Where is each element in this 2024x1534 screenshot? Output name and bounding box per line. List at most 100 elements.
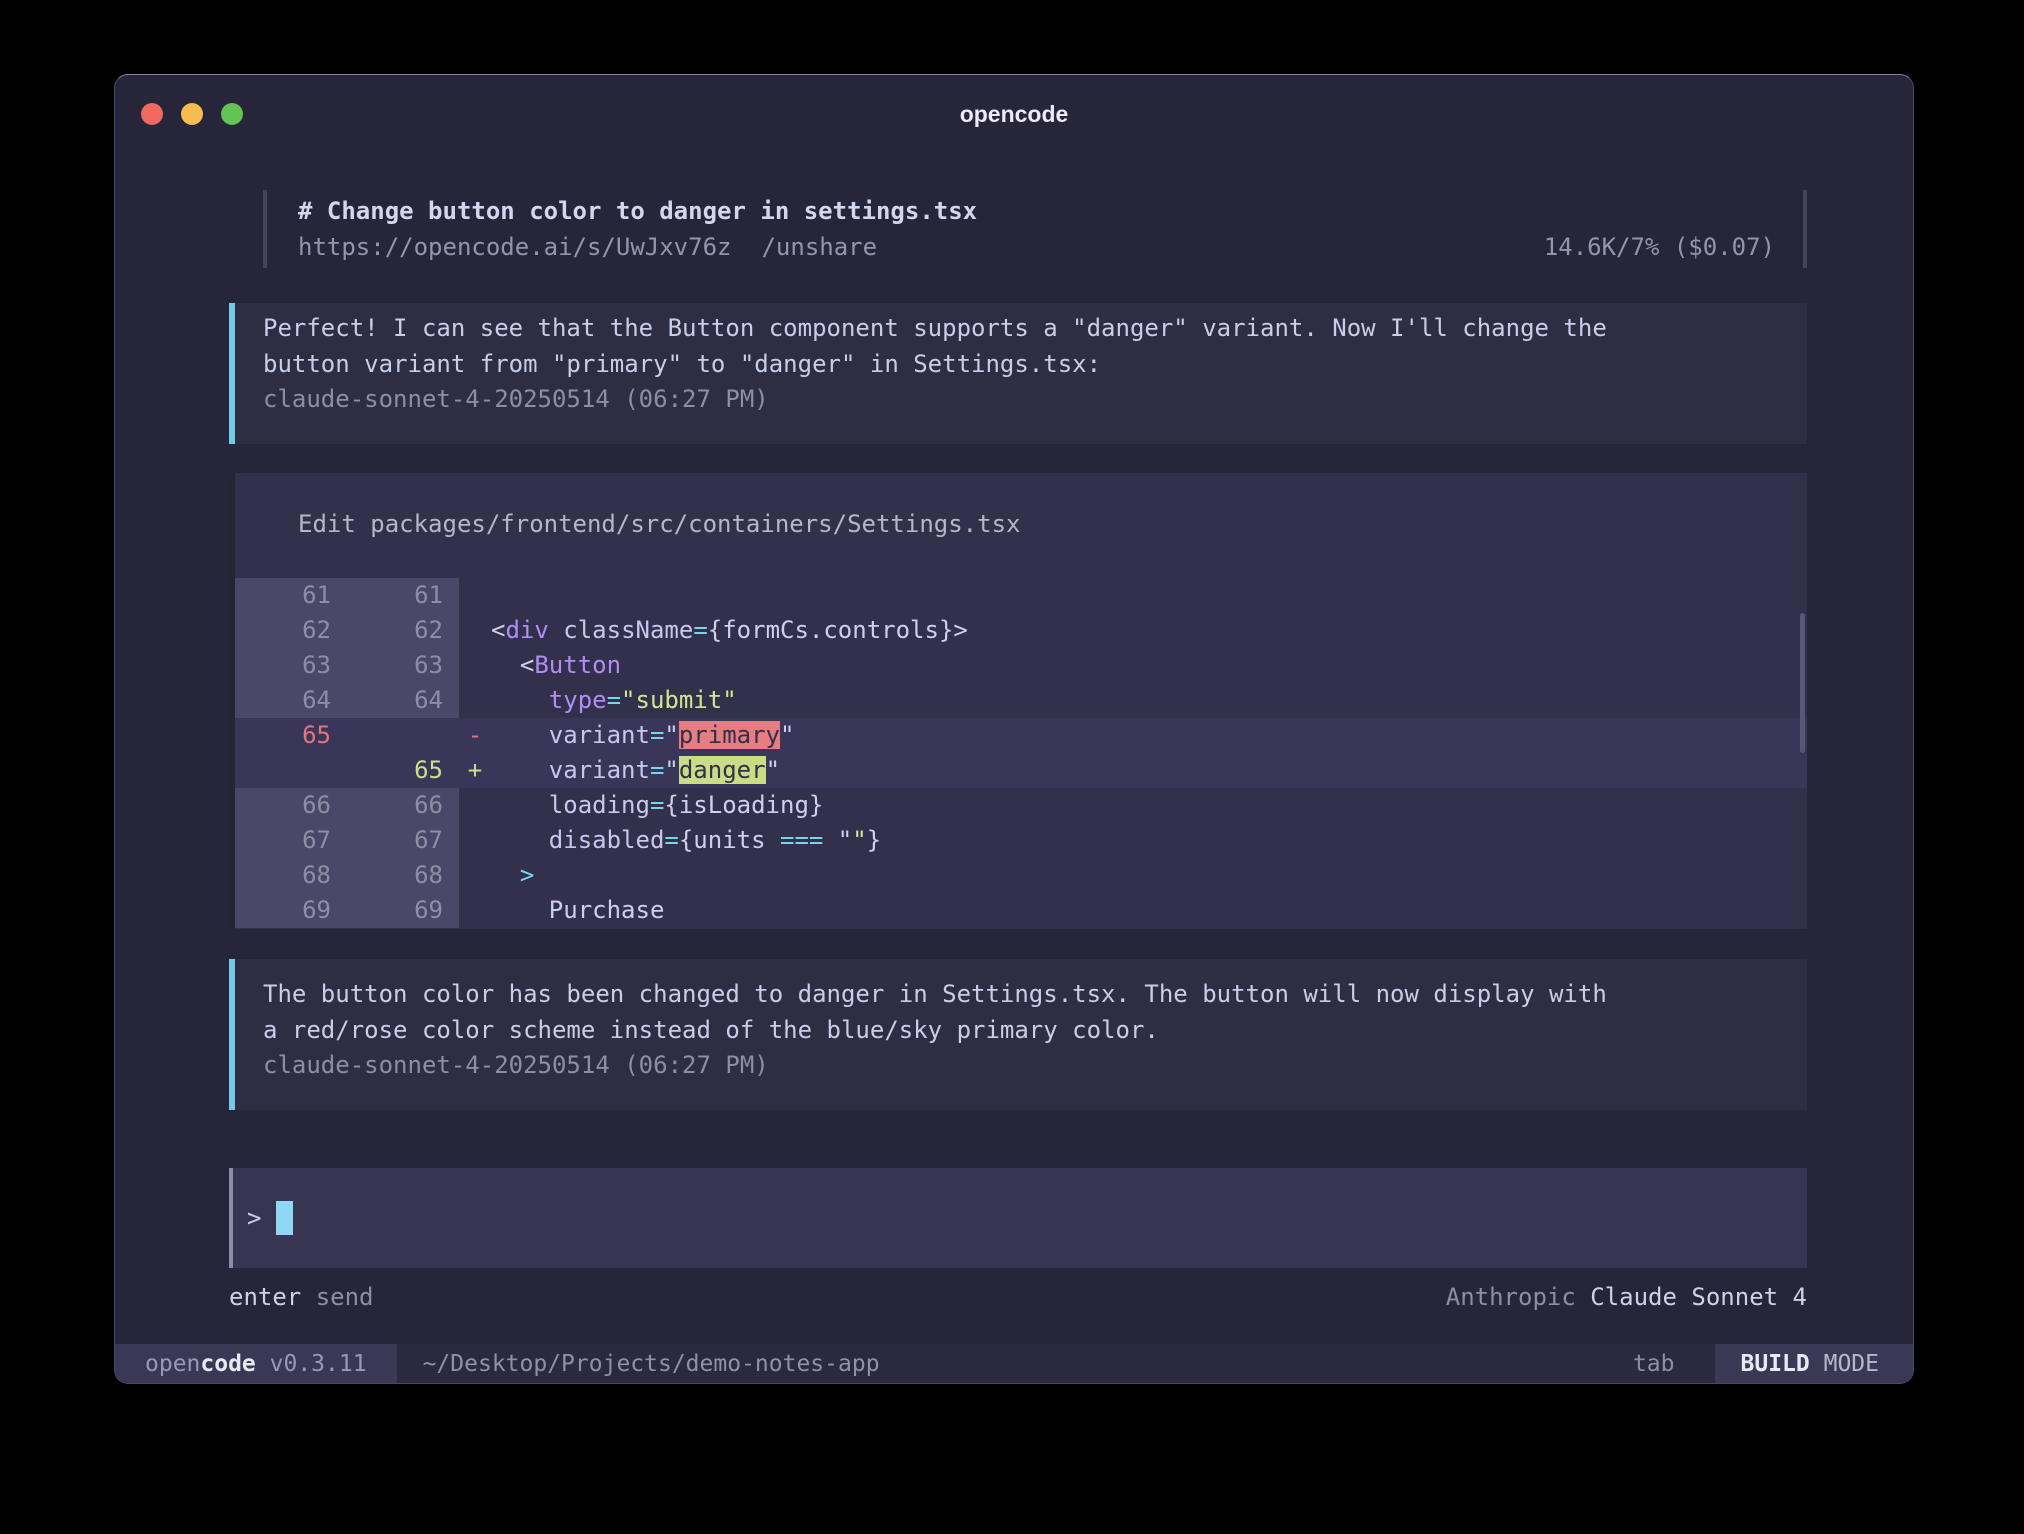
code-token: "submit": [621, 686, 737, 714]
code-token: variant: [549, 721, 650, 749]
diff-scrollbar[interactable]: [1800, 613, 1805, 753]
code-token: ": [766, 756, 780, 784]
status-bar: opencode v0.3.11 ~/Desktop/Projects/demo…: [115, 1344, 1913, 1383]
diff-marker: [459, 613, 491, 648]
diff-row: 6666 loading={isLoading}: [235, 788, 1807, 823]
token-usage: 14.6K/7% ($0.07): [1544, 229, 1775, 265]
share-url[interactable]: https://opencode.ai/s/UwJxv76z: [298, 229, 731, 265]
line-number-old: 62: [235, 613, 347, 648]
code-token: <: [491, 616, 505, 644]
diff-row: 6161: [235, 578, 1807, 613]
code-token: disabled: [549, 826, 665, 854]
code-token: >: [953, 616, 967, 644]
code-line: variant="danger": [491, 753, 1807, 788]
code-token: <: [491, 651, 534, 679]
diff-file-title: Edit packages/frontend/src/containers/Se…: [235, 473, 1807, 542]
app-name-bold: code: [200, 1351, 255, 1377]
code-line: [491, 578, 1807, 613]
opencode-window: opencode # Change button color to danger…: [114, 74, 1914, 1384]
session-header: # Change button color to danger in setti…: [263, 190, 1807, 268]
code-token: loading: [549, 791, 650, 819]
code-token: {units: [679, 826, 780, 854]
code-token: {isLoading}: [664, 791, 823, 819]
code-token: Button: [534, 651, 621, 679]
code-token: [491, 826, 549, 854]
diff-row: 6969 Purchase: [235, 893, 1807, 928]
diff-marker: [459, 823, 491, 858]
code-token: =: [693, 616, 707, 644]
code-line: <Button: [491, 648, 1807, 683]
code-token: =: [650, 756, 664, 784]
code-token: ": [664, 756, 678, 784]
code-token: >: [520, 861, 534, 889]
provider-label: Anthropic: [1446, 1283, 1576, 1311]
line-number-old: 69: [235, 893, 347, 928]
mode-toggle[interactable]: BUILD MODE: [1715, 1344, 1914, 1383]
code-line: disabled={units === ""}: [491, 823, 1807, 858]
diff-row: 65+ variant="danger": [235, 753, 1807, 788]
prompt-symbol: >: [247, 1204, 261, 1232]
message-meta: claude-sonnet-4-20250514 (06:27 PM): [263, 382, 1779, 418]
diff-marker: [459, 858, 491, 893]
line-number-old: 61: [235, 578, 347, 613]
line-number-gutter: 6969: [235, 893, 459, 928]
diff-row: 65 - variant="primary": [235, 718, 1807, 753]
line-number-gutter: 6464: [235, 683, 459, 718]
screen: opencode # Change button color to danger…: [0, 0, 2024, 1534]
code-token: [491, 861, 520, 889]
diff-marker: [459, 893, 491, 928]
code-token: =: [607, 686, 621, 714]
session-title: # Change button color to danger in setti…: [298, 193, 1775, 229]
diff-marker: [459, 578, 491, 613]
line-number-old: 63: [235, 648, 347, 683]
working-directory: ~/Desktop/Projects/demo-notes-app: [423, 1351, 880, 1377]
code-token: variant: [549, 756, 650, 784]
code-token: ": [823, 826, 852, 854]
code-line: >: [491, 858, 1807, 893]
line-number-new: 61: [347, 578, 459, 613]
code-token: {formCs.controls}: [708, 616, 954, 644]
code-token: ": [664, 721, 678, 749]
message-meta: claude-sonnet-4-20250514 (06:27 PM): [263, 1048, 1779, 1084]
model-indicator: Anthropic Claude Sonnet 4: [1446, 1280, 1807, 1315]
code-token: =: [664, 826, 678, 854]
code-token: ===: [780, 826, 823, 854]
code-token: danger: [679, 756, 766, 784]
line-number-new: 64: [347, 683, 459, 718]
message-line: button variant from "primary" to "danger…: [263, 347, 1779, 383]
tab-key-hint: tab: [1633, 1351, 1675, 1377]
line-number-gutter: 6666: [235, 788, 459, 823]
diff-row: 6262<div className={formCs.controls}>: [235, 613, 1807, 648]
diff-marker: [459, 648, 491, 683]
version-label: v0.3.11: [270, 1351, 367, 1377]
enter-action-label: send: [316, 1283, 374, 1311]
line-number-gutter: 65: [235, 718, 459, 753]
code-token: className: [563, 616, 693, 644]
code-token: ": [780, 721, 794, 749]
line-number-new: 66: [347, 788, 459, 823]
code-token: [491, 721, 549, 749]
code-line: variant="primary": [491, 718, 1807, 753]
line-number-old: 65: [235, 718, 347, 753]
code-token: type: [549, 686, 607, 714]
code-line: <div className={formCs.controls}>: [491, 613, 1807, 648]
line-number-gutter: 6161: [235, 578, 459, 613]
line-number-new: 67: [347, 823, 459, 858]
unshare-command[interactable]: /unshare: [761, 229, 877, 265]
code-token: }: [867, 826, 881, 854]
code-token: =: [650, 791, 664, 819]
line-number-old: [235, 753, 347, 788]
code-token: [491, 791, 549, 819]
line-number-new: [347, 718, 459, 753]
diff-marker: -: [459, 718, 491, 753]
line-number-old: 66: [235, 788, 347, 823]
line-number-old: 67: [235, 823, 347, 858]
assistant-message: Perfect! I can see that the Button compo…: [229, 303, 1807, 444]
line-number-new: 65: [347, 753, 459, 788]
text-cursor: [276, 1201, 293, 1235]
code-line: type="submit": [491, 683, 1807, 718]
prompt-input[interactable]: >: [229, 1168, 1807, 1268]
window-title: opencode: [115, 101, 1913, 128]
code-token: primary: [679, 721, 780, 749]
message-line: The button color has been changed to dan…: [263, 977, 1779, 1013]
